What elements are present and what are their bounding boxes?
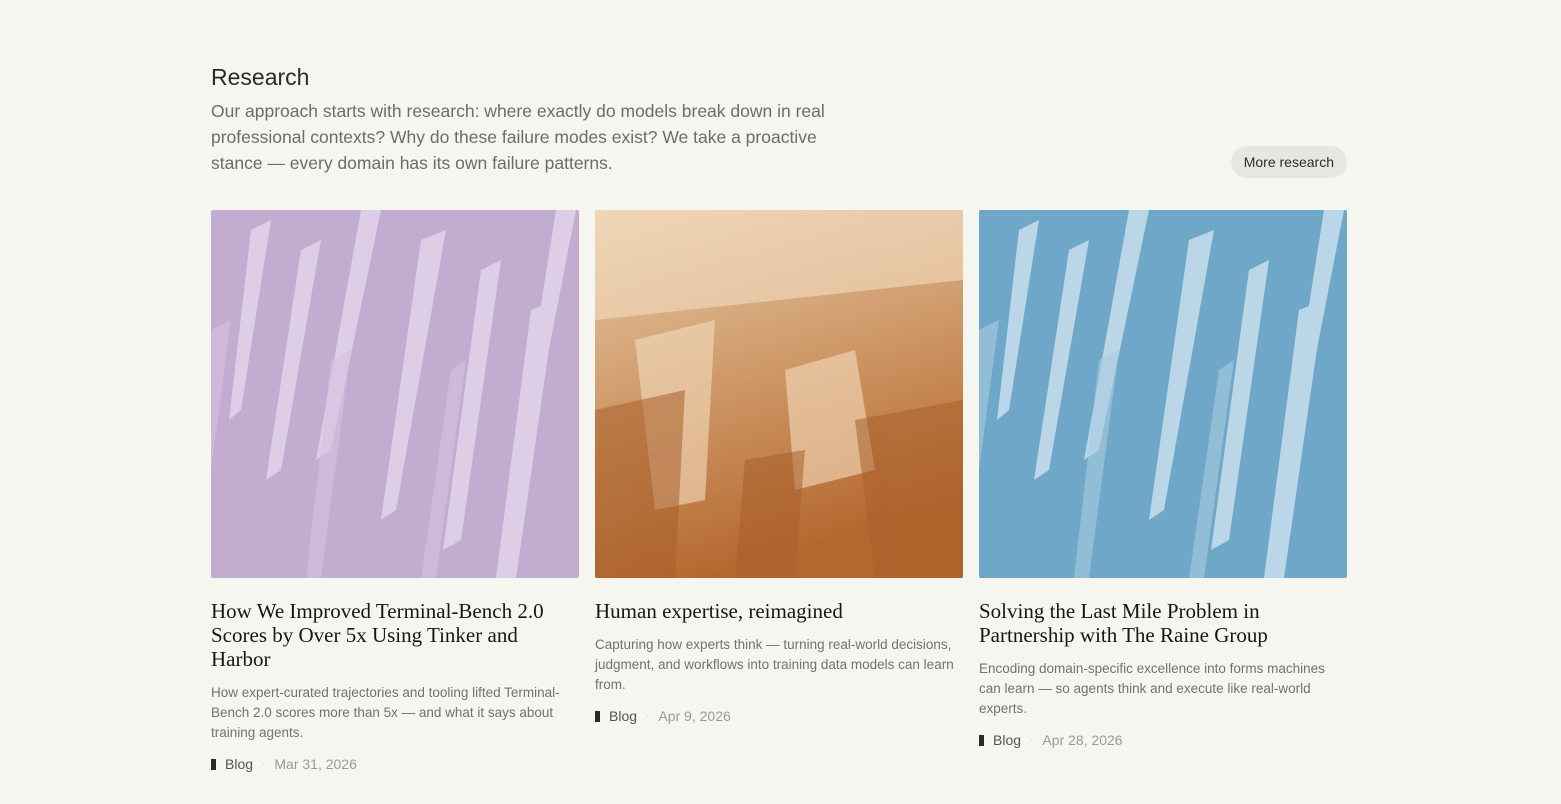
card-image[interactable] — [595, 210, 963, 578]
meta-separator: · — [1030, 734, 1034, 746]
card-date: Apr 28, 2026 — [1042, 732, 1123, 748]
card-description: Capturing how experts think — turning re… — [595, 637, 954, 692]
card-meta: Blog · Apr 28, 2026 — [979, 732, 1347, 748]
card-date: Apr 9, 2026 — [658, 708, 731, 724]
card-description: How expert-curated trajectories and tool… — [211, 685, 560, 740]
card-category: Blog — [225, 756, 254, 772]
card-image[interactable] — [979, 210, 1347, 578]
card-description: Encoding domain-specific excellence into… — [979, 661, 1325, 716]
card-category: Blog — [993, 732, 1022, 748]
research-section: Research Our approach starts with resear… — [211, 62, 1347, 772]
research-card[interactable]: Solving the Last Mile Problem in Partner… — [979, 210, 1347, 772]
category-marker-icon — [211, 758, 216, 770]
card-title[interactable]: How We Improved Terminal-Bench 2.0 Score… — [211, 599, 579, 671]
card-meta: Blog · Apr 9, 2026 — [595, 708, 963, 724]
meta-separator: · — [262, 758, 266, 770]
category-marker-icon — [595, 710, 600, 722]
research-card[interactable]: Human expertise, reimagined Capturing ho… — [595, 210, 963, 772]
card-title[interactable]: Human expertise, reimagined — [595, 599, 963, 623]
category-marker-icon — [979, 734, 984, 746]
card-date: Mar 31, 2026 — [274, 756, 357, 772]
card-category: Blog — [609, 708, 638, 724]
meta-separator: · — [646, 710, 650, 722]
more-research-button[interactable]: More research — [1230, 146, 1347, 178]
card-title[interactable]: Solving the Last Mile Problem in Partner… — [979, 599, 1347, 647]
card-image[interactable] — [211, 210, 579, 578]
section-title: Research — [211, 64, 310, 90]
research-card-list: How We Improved Terminal-Bench 2.0 Score… — [211, 210, 1347, 772]
card-meta: Blog · Mar 31, 2026 — [211, 756, 579, 772]
section-intro: Our approach starts with research: where… — [211, 101, 825, 173]
research-card[interactable]: How We Improved Terminal-Bench 2.0 Score… — [211, 210, 579, 772]
